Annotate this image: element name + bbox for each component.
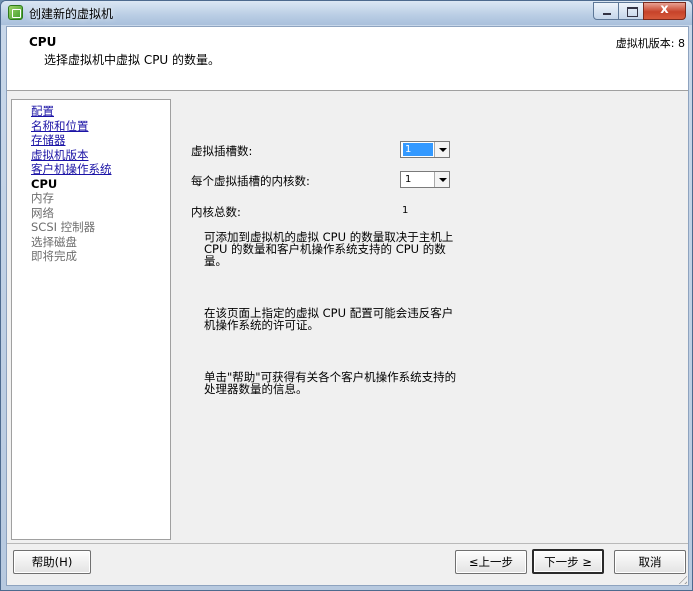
cores-per-socket-dropdown[interactable]: 1 [400,171,450,188]
footer-divider [7,543,688,544]
info-cpu-count: 可添加到虚拟机的虚拟 CPU 的数量取决于主机上 CPU 的数量和客户机操作系统… [204,230,454,268]
minimize-icon[interactable] [593,2,619,20]
title-bar[interactable]: 创建新的虚拟机 [1,1,692,25]
step-guest-os[interactable]: 客户机操作系统 [31,162,170,177]
step-storage[interactable]: 存储器 [31,133,170,148]
step-configuration[interactable]: 配置 [31,104,170,119]
cpu-settings-panel: 虚拟插槽数: 1 每个虚拟插槽的内核数: 1 内核总数: 1 可添加到虚拟机的虚… [173,91,685,543]
cores-per-socket-label: 每个虚拟插槽的内核数: [191,174,310,188]
step-vm-version[interactable]: 虚拟机版本 [31,148,170,163]
total-cores-label: 内核总数: [191,205,241,219]
cores-per-socket-value: 1 [405,174,412,185]
info-license-warning: 在该页面上指定的虚拟 CPU 配置可能会违反客户机操作系统的许可证。 [204,306,454,332]
step-network: 网络 [31,205,54,220]
cancel-button[interactable]: 取消 [614,550,686,574]
help-button[interactable]: 帮助(H) [13,550,91,574]
vm-version-label: 虚拟机版本: 8 [615,37,685,50]
caption-buttons [593,2,686,20]
chevron-down-icon[interactable] [434,172,449,187]
total-cores-value: 1 [402,205,409,216]
next-button[interactable]: 下一步 ≥ [532,549,604,574]
page-subtitle: 选择虚拟机中虚拟 CPU 的数量。 [44,53,221,67]
page-title: CPU [29,35,57,49]
step-scsi-controller: SCSI 控制器 [31,220,96,234]
wizard-client-area: CPU 选择虚拟机中虚拟 CPU 的数量。 虚拟机版本: 8 配置 名称和位置 … [6,26,689,586]
back-button[interactable]: ≤上一步 [455,550,527,574]
sockets-label: 虚拟插槽数: [191,144,253,158]
vm-app-icon [8,5,23,20]
sockets-dropdown[interactable]: 1 [400,141,450,158]
wizard-header: CPU 选择虚拟机中虚拟 CPU 的数量。 虚拟机版本: 8 [7,27,688,91]
step-ready-to-complete: 即将完成 [31,249,77,263]
step-select-disk: 选择磁盘 [31,234,77,249]
sockets-value: 1 [403,143,433,156]
step-name-location[interactable]: 名称和位置 [31,119,170,134]
wizard-step-list: 配置 名称和位置 存储器 虚拟机版本 客户机操作系统 CPU 内存 网络 SCS… [11,99,171,540]
maximize-icon[interactable] [618,2,644,20]
step-memory: 内存 [31,191,54,205]
info-help-hint: 单击"帮助"可获得有关各个客户机操作系统支持的处理器数量的信息。 [204,370,457,396]
chevron-down-icon[interactable] [434,142,449,157]
wizard-window: 创建新的虚拟机 CPU 选择虚拟机中虚拟 CPU 的数量。 虚拟机版本: 8 配… [0,0,693,591]
window-title: 创建新的虚拟机 [29,7,114,21]
step-cpu-current: CPU [31,176,58,191]
close-icon[interactable] [643,2,686,20]
